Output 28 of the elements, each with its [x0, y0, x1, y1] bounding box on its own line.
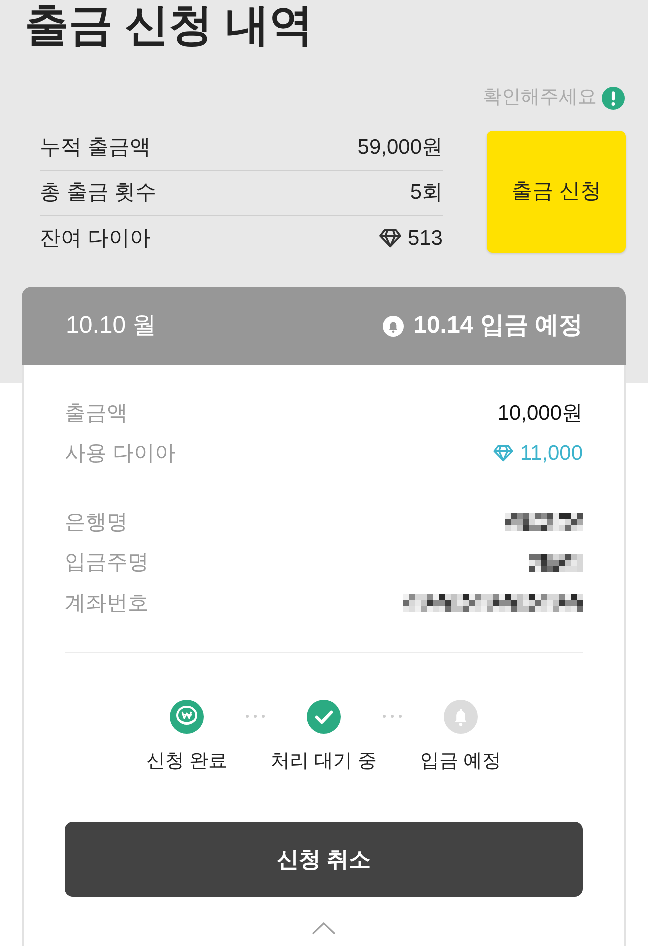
stat-value: 5회 [410, 180, 443, 206]
step-label: 입금 예정 [420, 750, 502, 774]
stat-label: 총 출금 횟수 [40, 180, 157, 206]
apply-button[interactable]: 출금 신청 [487, 131, 626, 253]
bell-icon [382, 316, 404, 336]
step-label: 신청 완료 [146, 750, 228, 774]
stat-value: 513 [408, 226, 443, 252]
cancel-button[interactable]: 신청 취소 [65, 822, 583, 896]
chevron-up-icon[interactable] [312, 922, 336, 934]
diamond-icon [493, 445, 514, 462]
detail-label: 출금액 [65, 400, 128, 426]
request-date: 10.10 월 [66, 311, 157, 341]
page-title: 출금 신청 내역 [25, 0, 314, 52]
exclamation-icon [602, 86, 625, 110]
step-label: 처리 대기 중 [271, 750, 377, 774]
detail-label: 계좌번호 [65, 590, 149, 616]
stat-label: 누적 출금액 [40, 135, 151, 162]
stat-label: 잔여 다이아 [40, 226, 151, 252]
diamond-icon [378, 229, 402, 248]
detail-value: 11,000 [520, 441, 583, 467]
detail-value: 10,000원 [498, 400, 583, 426]
detail-label: 은행명 [65, 510, 128, 536]
deposit-date: 10.14 입금 예정 [414, 311, 583, 341]
detail-label: 입금주명 [65, 550, 149, 576]
stat-value: 59,000원 [358, 135, 443, 162]
pixelated-value [529, 554, 583, 572]
detail-label: 사용 다이아 [65, 441, 176, 467]
notice-text: 확인해주세요 [483, 86, 597, 110]
